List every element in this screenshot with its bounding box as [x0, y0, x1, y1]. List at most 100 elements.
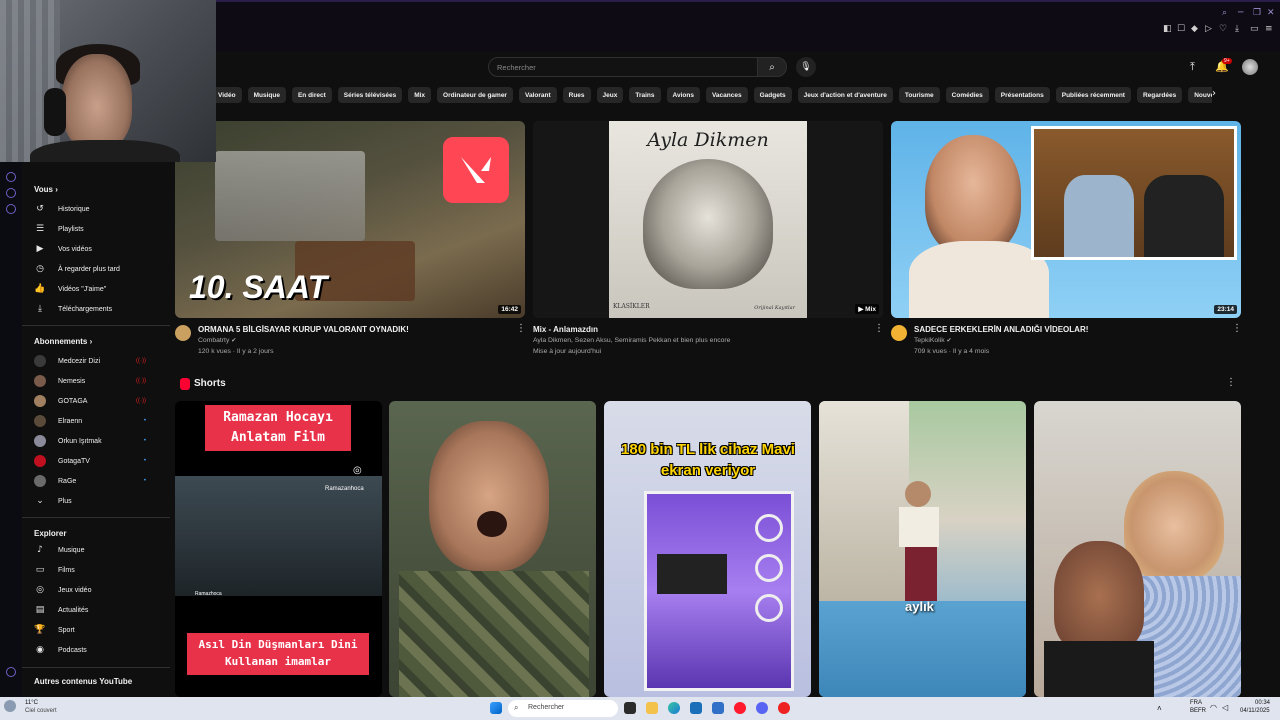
short-card[interactable]	[389, 401, 596, 697]
short-card[interactable]: 180 bin TL lik cihaz Mavi ekran veriyor	[604, 401, 811, 697]
discord-icon[interactable]	[756, 702, 768, 714]
wallet-icon[interactable]: ▭	[1250, 24, 1259, 34]
panel-icon[interactable]	[6, 172, 16, 182]
sidebar-item-podcasts[interactable]: ◉ Podcasts	[34, 642, 164, 658]
minimize-icon[interactable]: ─	[1238, 8, 1243, 18]
clock-time[interactable]: 00:34	[1255, 700, 1270, 706]
video-thumbnail[interactable]: Ayla Dikmen KLASİKLER Orijinal Kayıtlar …	[533, 121, 883, 318]
bookmark-icon[interactable]: ☐	[1177, 24, 1185, 34]
channel-name[interactable]: Ayla Dikmen, Sezen Aksu, Semiramis Pekka…	[533, 337, 730, 344]
voice-search-button[interactable]: 🎙	[796, 57, 816, 77]
video-title[interactable]: Mix - Anlamazdın	[533, 325, 598, 334]
chip[interactable]: Ordinateur de gamer	[437, 87, 513, 103]
sidebar-sub-item[interactable]: Medcezir Dizi ((·))	[34, 353, 164, 369]
sidebar-item-your-videos[interactable]: ▶ Vos vidéos	[34, 241, 164, 257]
more-vert-icon[interactable]: ⋮	[874, 323, 884, 334]
store-icon[interactable]	[690, 702, 702, 714]
sidebar-more-button[interactable]: ⌄ Plus	[34, 493, 164, 509]
sidebar-item-playlists[interactable]: ☰ Playlists	[34, 221, 164, 237]
menu-icon[interactable]: ≡	[1265, 24, 1273, 34]
sidebar-item-watch-later[interactable]: ◷ À regarder plus tard	[34, 261, 164, 277]
sidebar-sub-item[interactable]: Orkun Işıtmak •	[34, 433, 164, 449]
video-title[interactable]: SADECE ERKEKLERİN ANLADIĞI VİDEOLAR!	[914, 325, 1088, 334]
mail-icon[interactable]	[712, 702, 724, 714]
channel-name[interactable]: Combatrty ✔	[198, 337, 236, 344]
upload-icon[interactable]: ⤒	[1190, 60, 1195, 74]
sidebar-sub-item[interactable]: Elraenn •	[34, 413, 164, 429]
chip[interactable]: Musique	[247, 87, 286, 103]
file-explorer-icon[interactable]	[646, 702, 658, 714]
edge-icon[interactable]	[668, 702, 680, 714]
chip[interactable]: Nouve	[1188, 87, 1212, 103]
sidebar-item-news[interactable]: ▤ Actualités	[34, 602, 164, 618]
chip[interactable]: Séries télévisées	[337, 87, 403, 103]
chevron-up-icon[interactable]: ˄	[1157, 704, 1162, 713]
chip[interactable]: Avions	[666, 87, 700, 103]
restore-icon[interactable]: ❐	[1253, 8, 1261, 18]
search-icon[interactable]: ⌕	[1222, 8, 1227, 18]
sidebar-item-music[interactable]: ♪ Musique	[34, 542, 164, 558]
sidebar-sub-item[interactable]: GOTAGA ((·))	[34, 393, 164, 409]
more-vert-icon[interactable]: ⋮	[1232, 323, 1242, 334]
channel-name[interactable]: TepkiKolik ✔	[914, 337, 952, 344]
short-card[interactable]: aylık	[819, 401, 1026, 697]
wifi-icon[interactable]: ◠	[1210, 703, 1217, 712]
video-title[interactable]: ORMANA 5 BİLGİSAYAR KURUP VALORANT OYNAD…	[198, 325, 409, 334]
settings-icon[interactable]	[6, 204, 16, 214]
heart-icon[interactable]: ♡	[1219, 24, 1227, 34]
sidebar-item-films[interactable]: ▭ Films	[34, 562, 164, 578]
channel-avatar[interactable]	[891, 325, 907, 341]
video-thumbnail[interactable]: 10. SAAT 16:42	[175, 121, 525, 318]
short-card[interactable]: Ramazan Hocayı Anlatam Film Ramazanhoca …	[175, 401, 382, 697]
opera-icon[interactable]	[734, 702, 746, 714]
download-icon[interactable]: ⤓	[1235, 24, 1239, 34]
chip[interactable]: Trains	[629, 87, 661, 103]
close-icon[interactable]: ✕	[1267, 8, 1275, 18]
search-button[interactable]: ⌕	[757, 57, 787, 77]
more-vert-icon[interactable]: ⋮	[516, 323, 526, 334]
chip[interactable]: Comédies	[945, 87, 989, 103]
sidebar-item-gaming[interactable]: ◎ Jeux vidéo	[34, 582, 164, 598]
windows-start-icon[interactable]	[490, 702, 502, 714]
keyboard-language[interactable]: FRA	[1190, 700, 1202, 706]
chip[interactable]: Rues	[562, 87, 591, 103]
video-thumbnail[interactable]: 23:14	[891, 121, 1241, 318]
chip[interactable]: Mix	[408, 87, 432, 103]
chip[interactable]: Vidéo	[212, 87, 242, 103]
volume-icon[interactable]: ◁	[1222, 703, 1228, 712]
sidebar-item-downloads[interactable]: ⤓ Téléchargements	[34, 301, 164, 317]
sidebar-item-history[interactable]: ↺ Historique	[34, 201, 164, 217]
taskbar-search-input[interactable]: ⌕ Rechercher	[508, 700, 618, 717]
panel-icon[interactable]	[6, 667, 16, 677]
chip[interactable]: En direct	[291, 87, 332, 103]
panel-icon[interactable]	[6, 188, 16, 198]
task-view-icon[interactable]	[624, 702, 636, 714]
app-icon[interactable]	[778, 702, 790, 714]
sidebar-sub-item[interactable]: Nemesis ((·))	[34, 373, 164, 389]
sidebar-sub-item[interactable]: RaGe •	[34, 473, 164, 489]
chip[interactable]: Valorant	[518, 87, 557, 103]
you-heading[interactable]: Vous ›	[34, 185, 58, 194]
shield-icon[interactable]: ◆	[1191, 24, 1198, 34]
sidebar-sub-item[interactable]: GotagaTV •	[34, 453, 164, 469]
more-vert-icon[interactable]: ⋮	[1226, 377, 1236, 388]
chip[interactable]: Publiées récemment	[1055, 87, 1131, 103]
chip[interactable]: Jeux	[596, 87, 624, 103]
chip[interactable]: Regardées	[1136, 87, 1183, 103]
channel-avatar[interactable]	[175, 325, 191, 341]
chip[interactable]: Tourisme	[898, 87, 940, 103]
subscriptions-heading[interactable]: Abonnements ›	[34, 337, 92, 346]
chip[interactable]: Présentations	[994, 87, 1050, 103]
sidebar-item-sport[interactable]: 🏆 Sport	[34, 622, 164, 638]
clock-date[interactable]: 04/11/2025	[1240, 708, 1270, 714]
avatar[interactable]	[1242, 59, 1258, 75]
short-card[interactable]	[1034, 401, 1241, 697]
chevron-right-icon[interactable]: ›	[1212, 88, 1216, 99]
sidebar-item-liked[interactable]: 👍 Vidéos "J'aime"	[34, 281, 164, 297]
chip[interactable]: Vacances	[705, 87, 748, 103]
play-icon[interactable]: ▷	[1205, 24, 1212, 34]
chip[interactable]: Jeux d'action et d'aventure	[797, 87, 893, 103]
chip[interactable]: Gadgets	[753, 87, 792, 103]
search-input[interactable]: Rechercher	[488, 57, 758, 77]
extension-icon[interactable]: ◧	[1163, 24, 1172, 34]
